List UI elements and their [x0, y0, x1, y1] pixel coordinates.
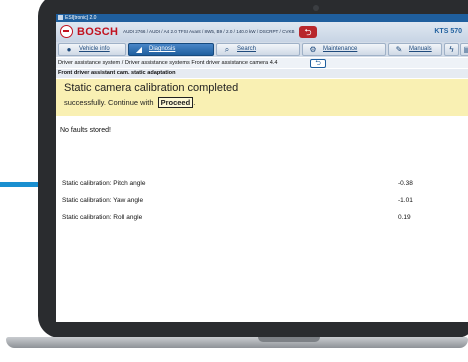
laptop-notch [258, 337, 320, 342]
laptop-screen: ESI[tronic] 2.0 BOSCH AUDI 2766 / AUDI /… [56, 14, 468, 322]
breadcrumb-back-button[interactable]: ⮌ [310, 59, 326, 68]
tab-label: Diagnosis [149, 46, 176, 52]
proceed-button[interactable]: Proceed [157, 97, 194, 108]
bosch-logo-icon [60, 25, 73, 38]
banner-message-end: . [193, 98, 196, 107]
brand-name: BOSCH [77, 26, 119, 38]
back-button[interactable]: ⮌ [299, 26, 317, 38]
tab-manuals[interactable]: ✎ Manuals [388, 43, 442, 56]
camera-icon [313, 5, 319, 11]
window-titlebar: ESI[tronic] 2.0 [56, 14, 468, 22]
print-icon-button[interactable]: ▤ [460, 43, 468, 56]
accent-line [0, 182, 40, 187]
device-label: KTS 570 [434, 28, 462, 35]
tab-label: Vehicle info [79, 46, 110, 52]
app-header: BOSCH AUDI 2766 / AUDI / A4 2.0 TFSI Ava… [56, 22, 468, 42]
tab-vehicle-info[interactable]: ● Vehicle info [58, 43, 126, 56]
result-value: 0.19 [398, 214, 411, 221]
result-row-yaw: Static calibration: Yaw angle -1.01 [62, 197, 462, 207]
result-value: -1.01 [398, 197, 413, 204]
tab-diagnosis[interactable]: ◢ Diagnosis [128, 43, 214, 56]
app-icon [58, 15, 63, 20]
main-tab-bar: ● Vehicle info ◢ Diagnosis ⌕ Search ⚙ Mainte… [56, 42, 468, 57]
banner-title: Static camera calibration completed [64, 82, 239, 94]
banner-message: successfully. Continue with Proceed. [64, 97, 195, 108]
result-row-roll: Static calibration: Roll angle 0.19 [62, 214, 462, 224]
page-subtitle: Front driver assistant cam. static adapt… [56, 69, 468, 78]
vehicle-info-icon: ● [66, 45, 72, 54]
banner-message-text: successfully. Continue with [64, 98, 154, 107]
maintenance-icon: ⚙ [309, 45, 317, 54]
manuals-icon: ✎ [395, 45, 403, 54]
window-title: ESI[tronic] 2.0 [65, 15, 97, 21]
tab-search[interactable]: ⌕ Search [216, 43, 300, 56]
tab-label: Manuals [409, 46, 432, 52]
result-label: Static calibration: Roll angle [62, 214, 143, 221]
vehicle-info-line: AUDI 2766 / AUDI / A4 2.0 TFSI Avant / 8… [123, 29, 295, 34]
laptop-base [6, 337, 468, 348]
result-label: Static calibration: Pitch angle [62, 180, 146, 187]
tab-maintenance[interactable]: ⚙ Maintenance [302, 43, 386, 56]
tab-label: Search [237, 46, 257, 52]
result-label: Static calibration: Yaw angle [62, 197, 144, 204]
result-value: -0.38 [398, 180, 413, 187]
status-banner: Static camera calibration completed succ… [56, 79, 468, 116]
diagnosis-icon: ◢ [135, 45, 143, 54]
faults-status: No faults stored! [60, 127, 111, 134]
flash-icon-button[interactable]: ϟ [444, 43, 459, 56]
tab-label: Maintenance [323, 46, 358, 52]
result-row-pitch: Static calibration: Pitch angle -0.38 [62, 180, 462, 190]
breadcrumb: Driver assistance system / Driver assist… [56, 58, 468, 68]
search-icon: ⌕ [224, 45, 230, 54]
